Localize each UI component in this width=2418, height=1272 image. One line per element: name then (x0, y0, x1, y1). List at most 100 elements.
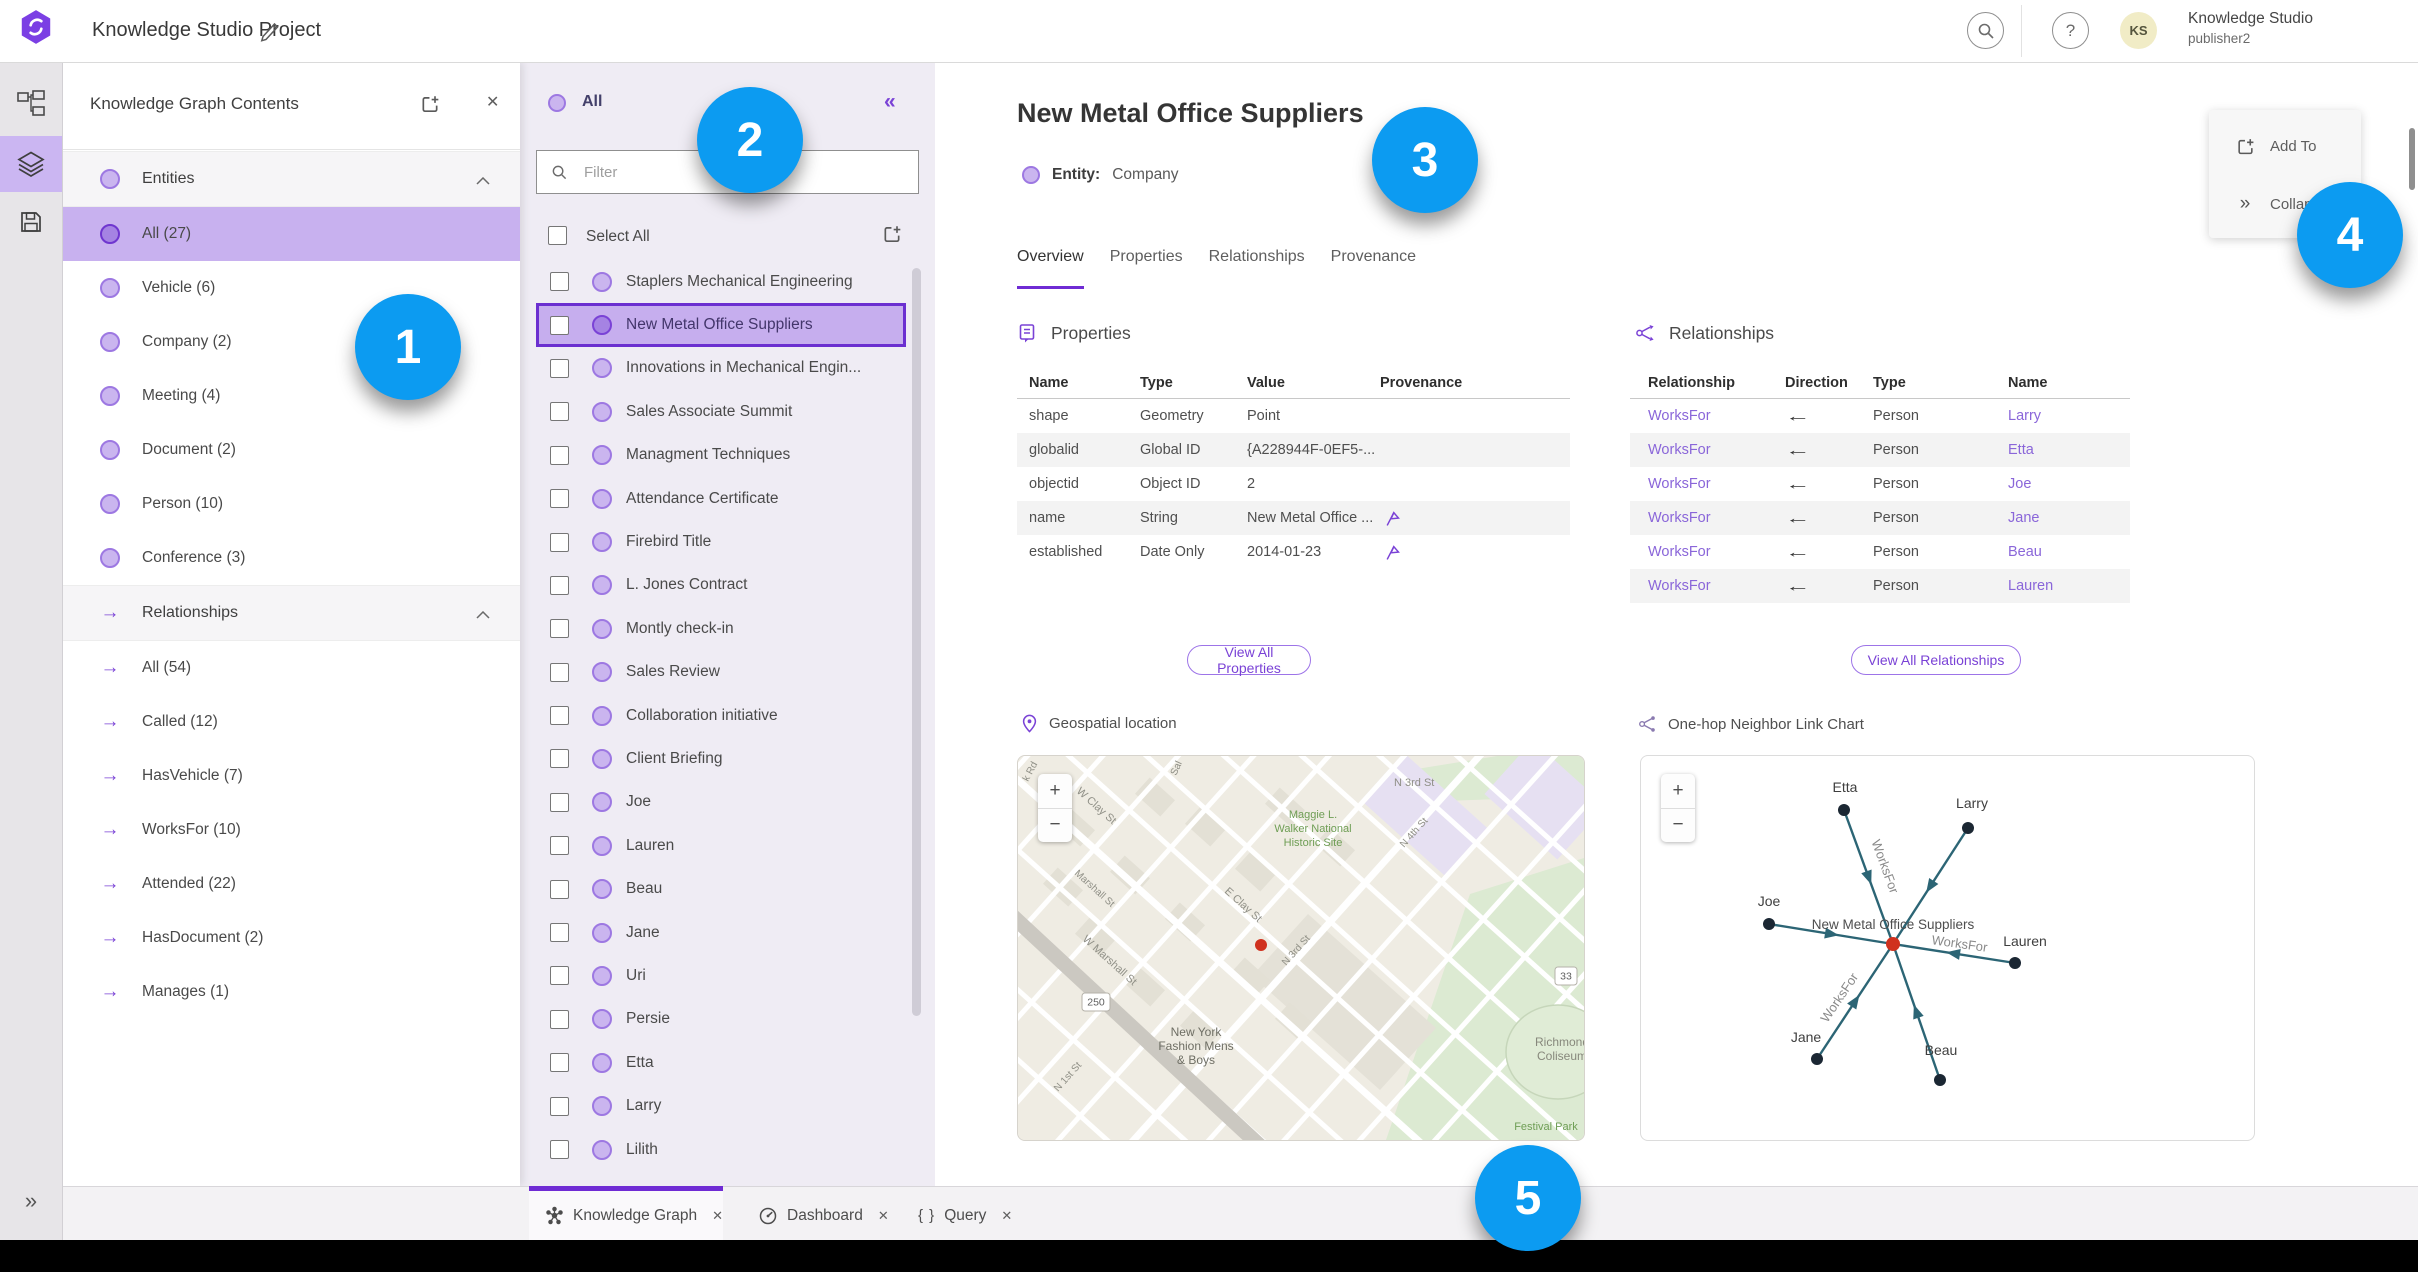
zoom-in-button[interactable]: + (1661, 774, 1695, 808)
item-checkbox[interactable] (550, 532, 569, 552)
list-item[interactable]: L. Jones Contract (536, 564, 906, 607)
name-link[interactable]: Beau (2008, 544, 2130, 560)
close-icon[interactable]: ✕ (1001, 1208, 1012, 1224)
relationship-link[interactable]: WorksFor (1648, 442, 1785, 458)
sidebar-item-relationship[interactable]: → All (54) (62, 641, 520, 695)
list-item[interactable]: Montly check-in (536, 607, 906, 650)
item-checkbox[interactable] (550, 1140, 569, 1159)
collapse-panel-icon[interactable]: « (884, 90, 896, 114)
sidebar-item-relationship[interactable]: → HasDocument (2) (62, 911, 520, 965)
add-to-map-icon[interactable] (420, 94, 440, 114)
item-checkbox[interactable] (550, 749, 569, 769)
scrollbar[interactable] (912, 268, 921, 1016)
chevron-up-icon[interactable] (476, 611, 490, 619)
close-icon[interactable]: ✕ (878, 1208, 889, 1224)
list-item[interactable]: Firebird Title (536, 520, 906, 563)
list-item[interactable]: New Metal Office Suppliers (536, 303, 906, 347)
layers-icon[interactable] (0, 136, 62, 192)
list-item[interactable]: Client Briefing (536, 737, 906, 780)
name-link[interactable]: Jane (2008, 510, 2130, 526)
tab-relationships[interactable]: Relationships (1209, 248, 1305, 289)
item-checkbox[interactable] (550, 923, 569, 943)
relationship-link[interactable]: WorksFor (1648, 578, 1785, 594)
expand-rail-icon[interactable]: » (0, 1188, 62, 1214)
sidebar-item-entity[interactable]: Document (2) (62, 423, 520, 477)
map[interactable]: 250 33 k Rd W Clay St Sal N 3rd St Maggie L. Wa… (1017, 755, 1585, 1141)
item-checkbox[interactable] (550, 445, 569, 465)
list-item[interactable]: Persie (536, 998, 906, 1041)
list-item[interactable]: Managment Techniques (536, 434, 906, 477)
tab-properties[interactable]: Properties (1110, 248, 1183, 289)
relationship-link[interactable]: WorksFor (1648, 408, 1785, 424)
list-item[interactable]: Etta (536, 1041, 906, 1084)
list-item[interactable]: Sales Review (536, 651, 906, 694)
tab-overview[interactable]: Overview (1017, 248, 1084, 289)
item-checkbox[interactable] (550, 706, 569, 726)
item-checkbox[interactable] (550, 792, 569, 812)
provenance-icon[interactable] (1380, 510, 1570, 527)
item-checkbox[interactable] (550, 358, 569, 378)
item-checkbox[interactable] (550, 489, 569, 509)
save-icon[interactable] (0, 194, 62, 250)
search-button[interactable] (1967, 12, 2004, 49)
name-link[interactable]: Larry (2008, 408, 2130, 424)
item-checkbox[interactable] (550, 1053, 569, 1073)
name-link[interactable]: Etta (2008, 442, 2130, 458)
item-checkbox[interactable] (550, 879, 569, 899)
edit-title-icon[interactable] (258, 17, 282, 43)
list-item[interactable]: Innovations in Mechanical Engin... (536, 347, 906, 390)
item-checkbox[interactable] (550, 836, 569, 856)
sidebar-item-relationship[interactable]: → Attended (22) (62, 857, 520, 911)
list-item[interactable]: Uri (536, 954, 906, 997)
name-link[interactable]: Lauren (2008, 578, 2130, 594)
relationship-link[interactable]: WorksFor (1648, 544, 1785, 560)
list-item[interactable]: Sales Associate Summit (536, 390, 906, 433)
sidebar-item-entity[interactable]: Vehicle (6) (62, 261, 520, 315)
sidebar-item-relationship[interactable]: → HasVehicle (7) (62, 749, 520, 803)
item-checkbox[interactable] (550, 402, 569, 422)
item-checkbox[interactable] (550, 1009, 569, 1029)
list-item[interactable]: Jane (536, 911, 906, 954)
chevron-up-icon[interactable] (476, 177, 490, 185)
sidebar-item-entity[interactable]: All (27) (62, 207, 520, 261)
link-chart[interactable]: Etta Larry Joe Lauren Jane Beau WorksFor WorksF… (1640, 755, 2255, 1141)
help-button[interactable]: ? (2052, 12, 2089, 49)
list-item[interactable]: Staplers Mechanical Engineering (536, 260, 906, 303)
relationship-link[interactable]: WorksFor (1648, 476, 1785, 492)
tab-dashboard[interactable]: Dashboard ✕ (742, 1191, 894, 1240)
page-scrollbar[interactable] (2409, 128, 2415, 190)
list-item[interactable]: Lilith (536, 1128, 906, 1171)
sidebar-item-relationship[interactable]: → Manages (1) (62, 965, 520, 1019)
name-link[interactable]: Joe (2008, 476, 2130, 492)
close-icon[interactable]: ✕ (486, 92, 499, 112)
provenance-icon[interactable] (1380, 544, 1570, 561)
menu-item-add-to[interactable]: Add To (2209, 118, 2361, 174)
list-item[interactable]: Joe (536, 781, 906, 824)
view-all-relationships-button[interactable]: View All Relationships (1851, 645, 2021, 675)
zoom-in-button[interactable]: + (1038, 774, 1072, 808)
item-checkbox[interactable] (550, 575, 569, 595)
sidebar-item-entity[interactable]: Conference (3) (62, 531, 520, 585)
list-item[interactable]: Beau (536, 867, 906, 910)
zoom-out-button[interactable]: − (1038, 807, 1072, 843)
item-checkbox[interactable] (550, 1096, 569, 1116)
select-all-checkbox[interactable] (548, 226, 567, 245)
zoom-out-button[interactable]: − (1661, 807, 1695, 843)
item-checkbox[interactable] (550, 966, 569, 986)
list-item[interactable]: Attendance Certificate (536, 477, 906, 520)
close-icon[interactable]: ✕ (712, 1208, 723, 1224)
item-checkbox[interactable] (550, 272, 569, 292)
tab-provenance[interactable]: Provenance (1331, 248, 1416, 289)
sidebar-item-relationship[interactable]: → Called (12) (62, 695, 520, 749)
list-item[interactable]: Larry (536, 1084, 906, 1127)
list-item[interactable]: Lauren (536, 824, 906, 867)
list-item[interactable]: Collaboration initiative (536, 694, 906, 737)
relationships-group-header[interactable]: → Relationships (62, 585, 520, 641)
item-checkbox[interactable] (550, 619, 569, 639)
view-all-properties-button[interactable]: View All Properties (1187, 644, 1311, 676)
sidebar-item-relationship[interactable]: → WorksFor (10) (62, 803, 520, 857)
tab-query[interactable]: { } Query ✕ (902, 1191, 1018, 1240)
item-checkbox[interactable] (550, 315, 569, 335)
entities-group-header[interactable]: Entities (62, 151, 520, 207)
avatar[interactable]: KS (2120, 12, 2157, 49)
